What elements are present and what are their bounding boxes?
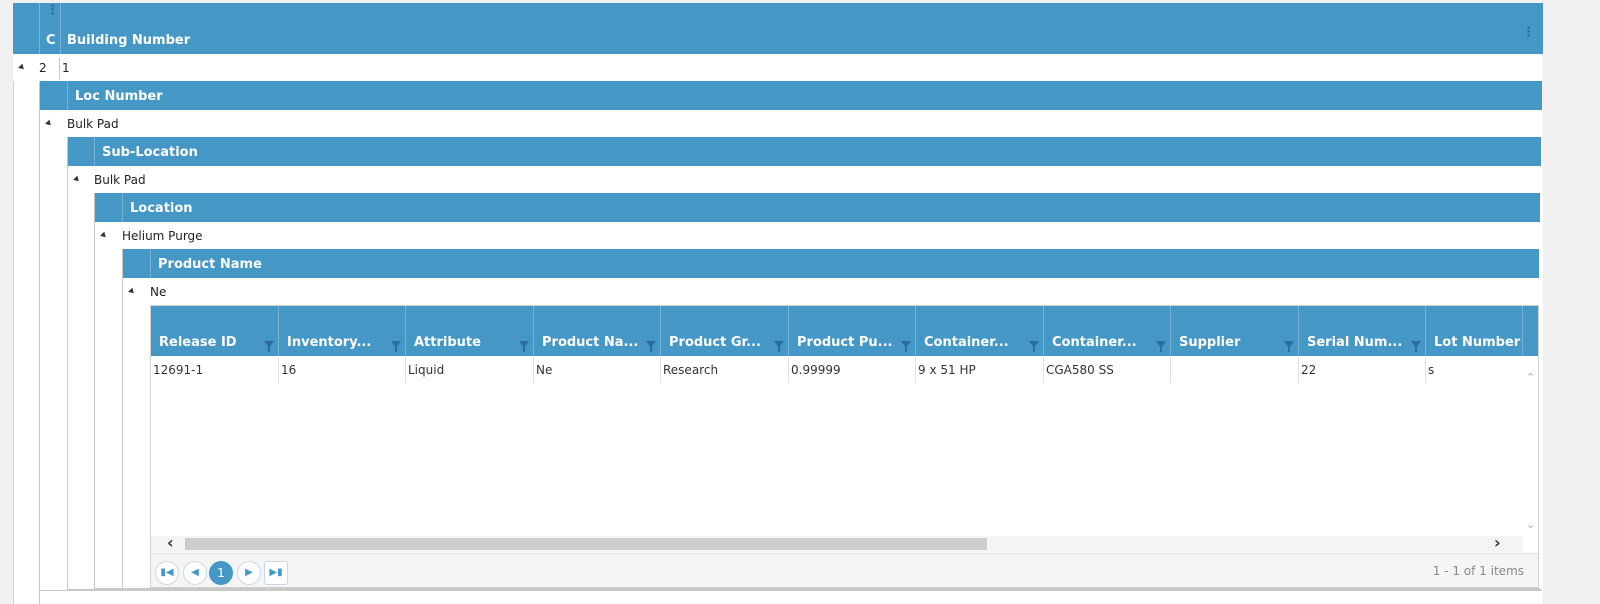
column-container-1[interactable]: Container... bbox=[916, 306, 1044, 356]
loc-number-value: Bulk Pad bbox=[67, 117, 119, 131]
cell-attribute: Liquid bbox=[406, 357, 534, 383]
product-name-row[interactable]: Ne bbox=[123, 278, 1539, 305]
count-column-header[interactable]: ⋮ C bbox=[39, 3, 61, 54]
nest-guide bbox=[67, 137, 68, 591]
column-serial-number[interactable]: Serial Num... bbox=[1299, 306, 1426, 356]
location-label[interactable]: Location bbox=[130, 201, 193, 216]
top-grid-header: ⋮ C Building Number ⋮ bbox=[13, 3, 1543, 54]
column-inventory[interactable]: Inventory... bbox=[279, 306, 406, 356]
loc-number-row[interactable]: Bulk Pad bbox=[40, 110, 1542, 137]
filter-icon[interactable] bbox=[646, 341, 656, 352]
cell-supplier bbox=[1171, 357, 1299, 383]
expand-column-header bbox=[123, 249, 151, 278]
panel-border bbox=[68, 589, 1541, 590]
row-count: 2 bbox=[39, 61, 47, 75]
vertical-scrollbar[interactable]: ⌃ ⌄ bbox=[1523, 357, 1538, 551]
column-release-id[interactable]: Release ID bbox=[151, 306, 279, 356]
cell-product-group: Research bbox=[661, 357, 789, 383]
sub-location-header: Sub-Location bbox=[68, 137, 1541, 166]
column-container-2[interactable]: Container... bbox=[1044, 306, 1171, 356]
collapse-icon[interactable] bbox=[45, 119, 53, 128]
cell-serial-number: 22 bbox=[1299, 357, 1426, 383]
expand-column-header bbox=[68, 137, 95, 166]
building-number-value: 1 bbox=[62, 61, 70, 75]
pager-summary: 1 - 1 of 1 items bbox=[1432, 564, 1524, 578]
scroll-right-icon[interactable]: › bbox=[1494, 533, 1501, 552]
cell-lot-number: s bbox=[1428, 363, 1435, 377]
next-page-icon: ▶ bbox=[245, 567, 253, 578]
column-menu-icon[interactable]: ⋮ bbox=[46, 4, 59, 17]
location-header: Location bbox=[95, 193, 1540, 222]
nest-guide bbox=[94, 193, 95, 589]
filter-icon[interactable] bbox=[391, 341, 401, 352]
filter-icon[interactable] bbox=[1156, 341, 1166, 352]
building-row[interactable]: 2 1 bbox=[13, 54, 1543, 81]
product-name-value: Ne bbox=[150, 285, 167, 299]
next-page-button[interactable]: ▶ bbox=[237, 561, 261, 585]
current-page-button[interactable]: 1 bbox=[209, 561, 233, 585]
table-row[interactable]: 12691-1 16 Liquid Ne Research 0.99999 9 … bbox=[151, 357, 1523, 383]
product-name-label[interactable]: Product Name bbox=[158, 257, 262, 272]
count-column-label: C bbox=[46, 33, 56, 48]
location-value: Helium Purge bbox=[122, 229, 203, 243]
column-attribute[interactable]: Attribute bbox=[406, 306, 534, 356]
building-number-header[interactable]: Building Number bbox=[67, 33, 190, 48]
column-product-purity[interactable]: Product Pu... bbox=[789, 306, 916, 356]
collapse-icon[interactable] bbox=[100, 231, 108, 240]
filter-icon[interactable] bbox=[774, 341, 784, 352]
prev-page-button[interactable]: ◀ bbox=[183, 561, 207, 585]
pager: ▮◀ ◀ 1 ▶ ▶▮ 1 - 1 of 1 items bbox=[151, 553, 1538, 587]
nest-guide bbox=[39, 81, 40, 604]
detail-grid: Release ID Inventory... Attribute Produc… bbox=[150, 305, 1539, 588]
expand-column-header bbox=[95, 193, 123, 222]
filter-icon[interactable] bbox=[1029, 341, 1039, 352]
cell-release-id: 12691-1 bbox=[151, 357, 279, 383]
collapse-icon[interactable] bbox=[128, 287, 136, 296]
scroll-thumb[interactable] bbox=[185, 538, 987, 550]
collapse-icon[interactable] bbox=[18, 63, 26, 72]
prev-page-icon: ◀ bbox=[191, 567, 199, 578]
filter-icon[interactable] bbox=[1284, 341, 1294, 352]
horizontal-scrollbar[interactable]: ‹ › bbox=[151, 533, 1523, 552]
column-lot-number[interactable]: Lot Number bbox=[1426, 306, 1523, 356]
product-name-header: Product Name bbox=[123, 249, 1539, 278]
cell-inventory: 16 bbox=[279, 357, 406, 383]
location-row[interactable]: Helium Purge bbox=[95, 222, 1540, 249]
sub-location-row[interactable]: Bulk Pad bbox=[68, 166, 1541, 193]
loc-number-label[interactable]: Loc Number bbox=[75, 89, 163, 104]
column-product-name[interactable]: Product Na... bbox=[534, 306, 661, 356]
column-supplier[interactable]: Supplier bbox=[1171, 306, 1299, 356]
cell-container-2: CGA580 SS bbox=[1044, 357, 1171, 383]
first-page-button[interactable]: ▮◀ bbox=[155, 561, 179, 585]
sub-location-label[interactable]: Sub-Location bbox=[102, 145, 198, 160]
sub-location-value: Bulk Pad bbox=[94, 173, 146, 187]
cell-product-name: Ne bbox=[534, 357, 661, 383]
last-page-button[interactable]: ▶▮ bbox=[264, 561, 288, 585]
expand-column-header bbox=[13, 3, 40, 54]
column-product-group[interactable]: Product Gr... bbox=[661, 306, 789, 356]
scroll-down-icon[interactable]: ⌄ bbox=[1526, 518, 1535, 531]
filter-icon[interactable] bbox=[519, 341, 529, 352]
filter-icon[interactable] bbox=[901, 341, 911, 352]
collapse-icon[interactable] bbox=[73, 175, 81, 184]
last-page-icon: ▶▮ bbox=[269, 567, 283, 578]
cell-container-1: 9 x 51 HP bbox=[916, 357, 1044, 383]
column-menu-icon[interactable]: ⋮ bbox=[1522, 26, 1535, 39]
column-divider bbox=[59, 58, 60, 80]
first-page-icon: ▮◀ bbox=[160, 567, 174, 578]
detail-grid-header: Release ID Inventory... Attribute Produc… bbox=[151, 306, 1538, 356]
filter-icon[interactable] bbox=[1411, 341, 1421, 352]
cell-product-purity: 0.99999 bbox=[789, 357, 916, 383]
scroll-left-icon[interactable]: ‹ bbox=[167, 533, 174, 552]
panel-border bbox=[95, 588, 1540, 589]
expand-column-header bbox=[40, 81, 68, 110]
scroll-up-icon[interactable]: ⌃ bbox=[1526, 371, 1535, 384]
loc-number-header: Loc Number bbox=[40, 81, 1542, 110]
panel-border bbox=[40, 590, 1542, 591]
filter-icon[interactable] bbox=[264, 341, 274, 352]
